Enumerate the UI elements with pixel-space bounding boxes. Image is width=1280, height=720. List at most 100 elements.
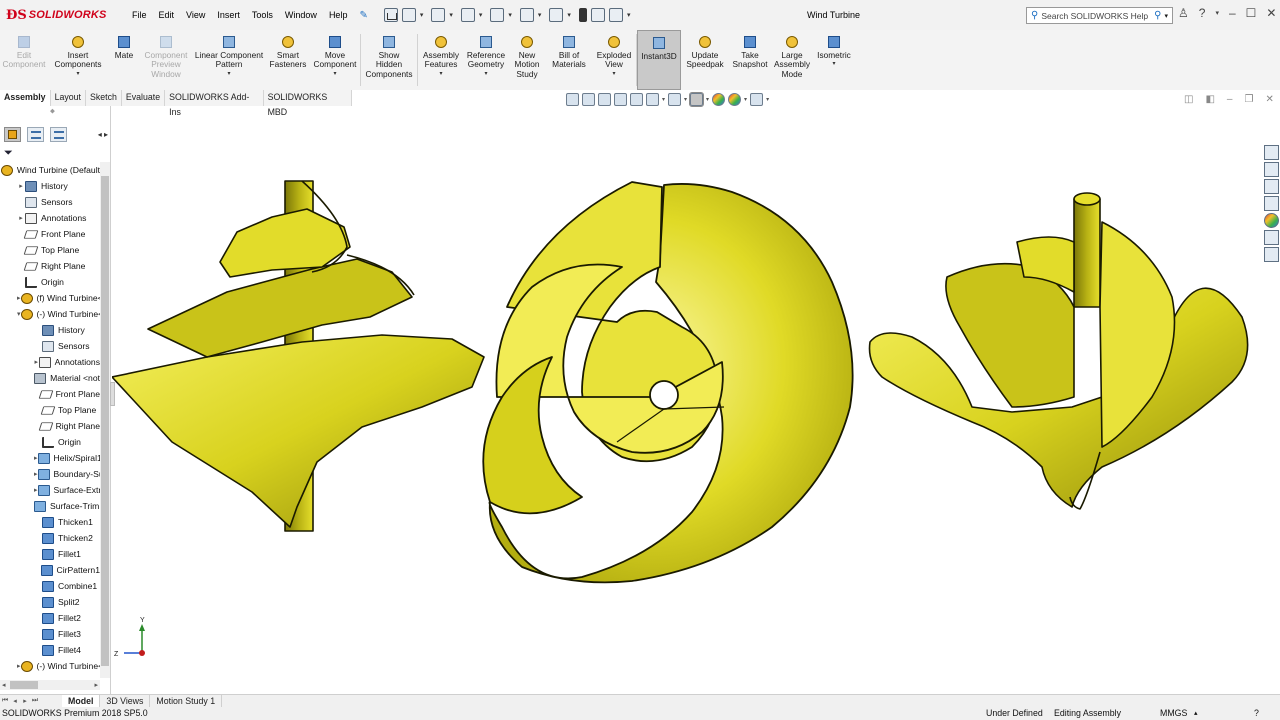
panel-tabs-scroll-icon[interactable]: ◂ ▸ bbox=[98, 130, 111, 139]
help-dropdown-icon[interactable]: ▾ bbox=[1215, 9, 1219, 17]
tree-item[interactable]: ▸ Annotations bbox=[0, 354, 100, 370]
first-tab-icon[interactable]: ⏮ bbox=[0, 697, 10, 705]
tree-filter-icon[interactable]: ⏷ bbox=[4, 147, 13, 160]
update-speedpak-button[interactable]: Update Speedpak bbox=[681, 30, 729, 90]
previous-view-icon[interactable] bbox=[598, 93, 611, 106]
tree-horizontal-scroll-thumb[interactable] bbox=[10, 681, 38, 689]
insert-components-dropdown-icon[interactable]: ▾ bbox=[76, 70, 79, 77]
bottom-tab-motion-study-1[interactable]: Motion Study 1 bbox=[150, 694, 223, 708]
last-tab-icon[interactable]: ⏭ bbox=[30, 697, 40, 705]
view-orientation-icon[interactable] bbox=[646, 93, 659, 106]
tree-item[interactable]: Right Plane bbox=[0, 418, 100, 434]
expand-arrow-icon[interactable]: ▸ bbox=[17, 182, 25, 190]
tree-item[interactable]: ▸ (f) Wind Turbine< bbox=[0, 290, 100, 306]
menu-help[interactable]: Help bbox=[323, 10, 354, 20]
zoom-to-fit-icon[interactable] bbox=[566, 93, 579, 106]
smart-fasteners-button[interactable]: Smart Fasteners bbox=[266, 30, 310, 90]
solidworks-resources-icon[interactable] bbox=[1263, 145, 1279, 160]
options-gear-icon[interactable] bbox=[608, 8, 623, 22]
menu-window[interactable]: Window bbox=[279, 10, 323, 20]
tree-item[interactable]: ▸ (-) Wind Turbine< bbox=[0, 658, 100, 674]
help-icon[interactable]: ? bbox=[1199, 6, 1206, 20]
custom-properties-icon[interactable] bbox=[1263, 230, 1279, 245]
tree-item[interactable]: Origin bbox=[0, 434, 100, 450]
hide-show-items-icon[interactable] bbox=[689, 92, 705, 107]
tree-item[interactable]: CirPattern1 bbox=[0, 562, 100, 578]
open-folder-icon[interactable] bbox=[431, 8, 446, 22]
section-view-icon[interactable] bbox=[614, 93, 627, 106]
minimize-icon[interactable]: – bbox=[1229, 6, 1236, 20]
menu-edit[interactable]: Edit bbox=[153, 10, 181, 20]
maximize-icon[interactable]: ☐ bbox=[1246, 6, 1257, 20]
collapse-arrow-icon[interactable]: ▾ bbox=[17, 310, 21, 318]
tree-item[interactable]: Split2 bbox=[0, 594, 100, 610]
tree-item[interactable]: Top Plane bbox=[0, 242, 100, 258]
exploded-view-button[interactable]: Exploded View ▾ bbox=[592, 30, 636, 90]
large-assembly-mode-button[interactable]: Large Assembly Mode bbox=[771, 30, 813, 90]
expand-arrow-icon[interactable]: ▸ bbox=[34, 486, 38, 494]
view-settings-dropdown-icon[interactable]: ▾ bbox=[766, 96, 769, 103]
blade-lower-left[interactable] bbox=[112, 334, 485, 528]
edit-component-button[interactable]: Edit Component bbox=[0, 30, 48, 90]
file-properties-icon[interactable] bbox=[590, 8, 605, 22]
turbine-side-view-left[interactable] bbox=[112, 180, 485, 532]
new-document-icon[interactable] bbox=[401, 8, 416, 22]
component-preview-window-button[interactable]: Component Preview Window bbox=[140, 30, 192, 90]
save-icon[interactable] bbox=[460, 8, 475, 22]
reference-geometry-dropdown-icon[interactable]: ▾ bbox=[484, 70, 487, 77]
next-tab-icon[interactable]: ▸ bbox=[20, 697, 30, 705]
expand-arrow-icon[interactable]: ▸ bbox=[17, 214, 25, 222]
tree-item[interactable]: History bbox=[0, 322, 100, 338]
tab-solidworks-mbd[interactable]: SOLIDWORKS MBD bbox=[263, 90, 352, 117]
turbine-side-view-right[interactable] bbox=[868, 192, 1249, 510]
configurationmanager-tab[interactable] bbox=[50, 126, 67, 142]
display-style-icon[interactable] bbox=[668, 93, 682, 106]
center-shaft-hole[interactable] bbox=[649, 380, 679, 410]
isometric-dropdown-icon[interactable]: ▾ bbox=[832, 60, 835, 67]
propertymanager-tab[interactable] bbox=[27, 126, 44, 142]
options-dropdown-icon[interactable]: ▾ bbox=[627, 11, 631, 19]
units-dropdown-icon[interactable]: ▴ bbox=[1194, 707, 1198, 720]
exploded-view-dropdown-icon[interactable]: ▾ bbox=[612, 70, 615, 77]
tree-item[interactable]: Surface-Trim1 bbox=[0, 498, 100, 514]
tree-item[interactable]: Top Plane bbox=[0, 402, 100, 418]
expand-arrow-icon[interactable]: ▸ bbox=[17, 294, 21, 302]
scroll-left-icon[interactable]: ◂ bbox=[2, 681, 6, 689]
expand-arrow-icon[interactable]: ▸ bbox=[17, 662, 21, 670]
select-pointer-icon[interactable] bbox=[549, 8, 564, 22]
tree-item[interactable]: ▸ Annotations bbox=[0, 210, 100, 226]
tree-item[interactable]: Fillet2 bbox=[0, 610, 100, 626]
tab-assembly[interactable]: Assembly bbox=[0, 90, 51, 106]
tree-item[interactable]: ▸ Boundary-Surf bbox=[0, 466, 100, 482]
search-go-icon[interactable]: ⚲ bbox=[1154, 10, 1161, 21]
status-units[interactable]: MMGS bbox=[1160, 707, 1187, 720]
menu-tools[interactable]: Tools bbox=[246, 10, 279, 20]
tree-item[interactable]: Front Plane bbox=[0, 226, 100, 242]
dynamic-annotation-icon[interactable] bbox=[630, 93, 643, 106]
scene-dropdown-icon[interactable]: ▾ bbox=[744, 96, 747, 103]
isometric-button[interactable]: Isometric ▾ bbox=[813, 30, 855, 90]
tree-item[interactable]: Sensors bbox=[0, 194, 100, 210]
user-icon[interactable]: ♙ bbox=[1178, 6, 1189, 20]
tree-item[interactable]: Right Plane bbox=[0, 258, 100, 274]
featuremanager-tab[interactable] bbox=[4, 126, 21, 142]
new-dropdown-icon[interactable]: ▾ bbox=[420, 11, 424, 19]
move-component-button[interactable]: Move Component ▾ bbox=[310, 30, 360, 90]
doc-close-icon[interactable]: ✕ bbox=[1265, 94, 1273, 105]
view-settings-icon[interactable] bbox=[750, 93, 764, 106]
display-style-dropdown-icon[interactable]: ▾ bbox=[684, 96, 687, 103]
tree-item[interactable]: Fillet4 bbox=[0, 642, 100, 658]
tab-evaluate[interactable]: Evaluate bbox=[121, 90, 166, 106]
model-canvas[interactable]: Y Z bbox=[112, 107, 1260, 694]
solidworks-logo[interactable]: ƉS SOLIDWORKS bbox=[0, 8, 126, 23]
home-icon[interactable] bbox=[383, 8, 398, 22]
help-search-box[interactable]: ⚲ Search SOLIDWORKS Help ⚲ ▾ bbox=[1026, 7, 1173, 24]
tree-item[interactable]: Origin bbox=[0, 274, 100, 290]
turbine-shaft-right[interactable] bbox=[1073, 198, 1101, 308]
save-dropdown-icon[interactable]: ▾ bbox=[479, 11, 483, 19]
show-hidden-components-button[interactable]: Show Hidden Components bbox=[361, 30, 417, 90]
tab-layout[interactable]: Layout bbox=[50, 90, 86, 106]
print-icon[interactable] bbox=[490, 8, 505, 22]
zoom-to-area-icon[interactable] bbox=[582, 93, 595, 106]
tree-item[interactable]: Wind Turbine (Default bbox=[0, 162, 100, 178]
